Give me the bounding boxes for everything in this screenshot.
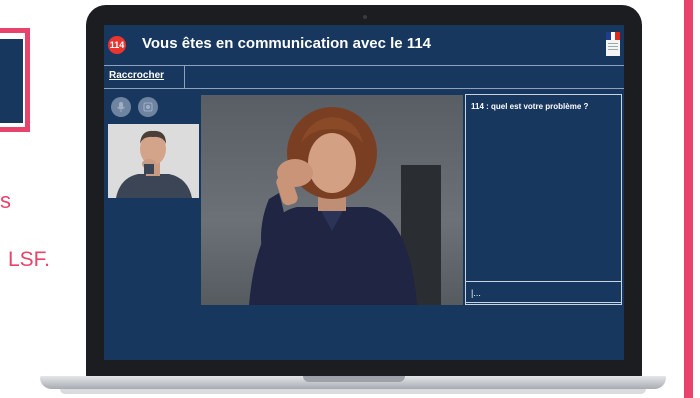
self-view-video bbox=[108, 124, 199, 198]
laptop-notch bbox=[303, 376, 405, 382]
hangup-button[interactable]: Raccrocher bbox=[109, 70, 164, 81]
background-text-fragment: s bbox=[0, 188, 11, 213]
toolbar-separator bbox=[184, 65, 185, 88]
webcam-dot bbox=[363, 15, 367, 19]
speaker-icon bbox=[143, 102, 153, 112]
interpreter-video bbox=[201, 95, 463, 305]
logo-114-icon: 114 bbox=[108, 36, 126, 54]
toolbar-divider bbox=[104, 65, 624, 66]
chat-panel: 114 : quel est votre problème ? bbox=[465, 94, 622, 303]
laptop-shadow bbox=[60, 389, 646, 394]
chat-message: 114 : quel est votre problème ? bbox=[471, 102, 589, 111]
background-text-lsf: LSF. bbox=[8, 248, 51, 271]
decorative-bar bbox=[684, 0, 693, 398]
decorative-frame bbox=[0, 28, 30, 132]
chat-input-value: |... bbox=[471, 288, 481, 298]
microphone-button[interactable] bbox=[111, 97, 131, 117]
page-title: Vous êtes en communication avec le 114 bbox=[142, 35, 432, 52]
speaker-button[interactable] bbox=[138, 97, 158, 117]
microphone-icon bbox=[117, 102, 125, 112]
republique-francaise-logo bbox=[606, 32, 620, 56]
toolbar-divider bbox=[104, 88, 624, 89]
title-bar: 114 Vous êtes en communication avec le 1… bbox=[104, 25, 624, 65]
chat-input[interactable]: |... bbox=[465, 281, 622, 305]
app-screen: 114 Vous êtes en communication avec le 1… bbox=[104, 25, 624, 360]
